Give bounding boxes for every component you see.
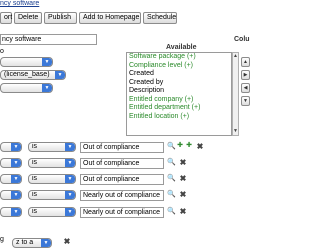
left-select-3[interactable]: ▼ xyxy=(0,83,53,93)
report-title-input[interactable]: ncy software xyxy=(0,34,97,45)
filter-value-input[interactable]: Nearly out of compliance xyxy=(80,207,164,218)
chevron-down-icon: ▼ xyxy=(65,175,75,183)
breadcrumb[interactable]: ncy software xyxy=(0,0,39,7)
chevron-down-icon: ▼ xyxy=(65,159,75,167)
left-select-2[interactable]: (license_base) ▼ xyxy=(0,70,66,80)
sort-direction-select[interactable]: z to a ▼ xyxy=(12,238,52,248)
remove-condition-icon[interactable]: ✖ xyxy=(179,175,187,183)
chevron-down-icon: ▼ xyxy=(65,208,75,216)
scroll-up-icon[interactable]: ▲ xyxy=(233,53,238,60)
chevron-down-icon: ▼ xyxy=(11,159,21,167)
filter-value-input[interactable]: Out of compliance xyxy=(80,174,164,185)
left-select-1[interactable]: ▼ xyxy=(0,57,53,67)
chevron-down-icon: ▼ xyxy=(11,175,21,183)
chevron-down-icon: ▼ xyxy=(11,191,21,199)
filter-field-select[interactable]: ▼ xyxy=(0,174,22,184)
lookup-icon[interactable]: 🔍 xyxy=(167,175,176,183)
add-or-condition-icon[interactable]: ✚ xyxy=(185,142,193,150)
filter-operator-select[interactable]: is ▼ xyxy=(28,190,76,200)
available-columns-list[interactable]: Software package (+) Compliance level (+)… xyxy=(126,52,232,136)
publish-button[interactable]: Publish xyxy=(44,12,77,24)
export-button[interactable]: ort xyxy=(0,12,12,24)
list-scrollbar[interactable]: ▲ ▼ xyxy=(232,52,239,136)
remove-condition-icon[interactable]: ✖ xyxy=(179,159,187,167)
available-column-option[interactable]: Software package (+) xyxy=(127,53,231,62)
remove-condition-icon[interactable]: ✖ xyxy=(179,208,187,216)
available-header: Available xyxy=(166,44,197,51)
chevron-down-icon: ▼ xyxy=(42,84,52,92)
filter-field-select[interactable]: ▼ xyxy=(0,158,22,168)
move-down-button[interactable]: ▼ xyxy=(241,96,250,106)
chevron-down-icon: ▼ xyxy=(11,208,21,216)
chevron-down-icon: ▼ xyxy=(55,71,65,79)
filter-value-input[interactable]: Out of compliance xyxy=(80,158,164,169)
remove-condition-icon[interactable]: ✖ xyxy=(179,191,187,199)
filter-value-input[interactable]: Out of compliance xyxy=(80,142,164,153)
filter-operator-select[interactable]: is ▼ xyxy=(28,174,76,184)
columns-header: Colu xyxy=(234,36,250,43)
filter-field-select[interactable]: ▼ xyxy=(0,207,22,217)
available-column-option[interactable]: Created xyxy=(127,70,231,79)
available-column-option[interactable]: Created by xyxy=(127,79,231,88)
small-label: o xyxy=(0,48,4,55)
chevron-down-icon: ▼ xyxy=(41,239,51,247)
filter-operator-select[interactable]: is ▼ xyxy=(28,158,76,168)
remove-sort-icon[interactable]: ✖ xyxy=(63,238,71,246)
chevron-down-icon: ▼ xyxy=(65,191,75,199)
schedule-button[interactable]: Schedule xyxy=(143,12,177,24)
chevron-down-icon: ▼ xyxy=(11,143,21,151)
lookup-icon[interactable]: 🔍 xyxy=(167,191,176,199)
delete-button[interactable]: Delete xyxy=(14,12,42,24)
filter-value-input[interactable]: Nearly out of compliance xyxy=(80,190,164,201)
available-column-option[interactable]: Description xyxy=(127,87,231,96)
filter-operator-select[interactable]: is ▼ xyxy=(28,142,76,152)
lookup-icon[interactable]: 🔍 xyxy=(167,143,176,151)
available-column-option[interactable]: Compliance level (+) xyxy=(127,62,231,71)
scroll-down-icon[interactable]: ▼ xyxy=(233,128,238,135)
chevron-down-icon: ▼ xyxy=(65,143,75,151)
add-condition-icon[interactable]: ✚ xyxy=(176,142,184,150)
filter-operator-select[interactable]: is ▼ xyxy=(28,207,76,217)
remove-condition-icon[interactable]: ✖ xyxy=(196,143,204,151)
chevron-down-icon: ▼ xyxy=(42,58,52,66)
lookup-icon[interactable]: 🔍 xyxy=(167,208,176,216)
filter-field-select[interactable]: ▼ xyxy=(0,142,22,152)
available-column-option[interactable]: Entitled company (+) xyxy=(127,96,231,105)
filter-field-select[interactable]: ▼ xyxy=(0,190,22,200)
move-up-button[interactable]: ▲ xyxy=(241,57,250,67)
available-column-option[interactable]: Entitled location (+) xyxy=(127,113,231,122)
add-to-homepage-button[interactable]: Add to Homepage xyxy=(79,12,141,24)
add-column-button[interactable]: ▶ xyxy=(241,70,250,80)
available-column-option[interactable]: Entitled department (+) xyxy=(127,104,231,113)
sort-label: g xyxy=(0,236,4,243)
lookup-icon[interactable]: 🔍 xyxy=(167,159,176,167)
remove-column-button[interactable]: ◀ xyxy=(241,83,250,93)
